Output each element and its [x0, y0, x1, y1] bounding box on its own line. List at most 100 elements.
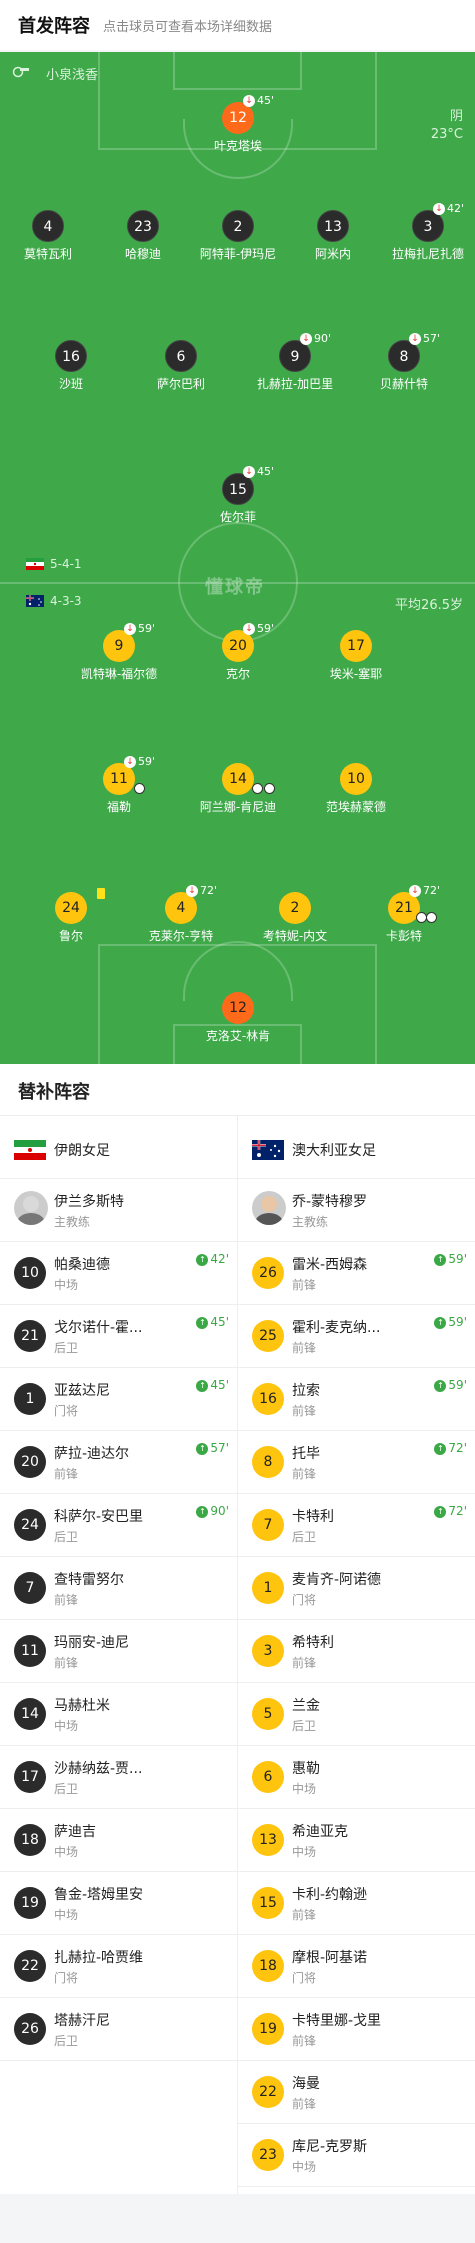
home-player[interactable]: 23 哈穆迪 — [88, 210, 198, 262]
away-player[interactable]: 24 鲁尔 — [16, 888, 126, 944]
lineup-header: 首发阵容 点击球员可查看本场详细数据 — [0, 0, 475, 50]
home-goal-box — [173, 52, 302, 90]
sub-player-row[interactable]: 20 萨拉-迪达尔 前锋 ↑ 57' — [0, 1431, 237, 1494]
sub-player-row[interactable]: 7 卡特利 后卫 ↑ 72' — [238, 1494, 475, 1557]
sub-player-row[interactable]: 13 希迪亚克 中场 — [238, 1809, 475, 1872]
sub-player-row[interactable]: 21 戈尔诺什-霍... 后卫 ↑ 45' — [0, 1305, 237, 1368]
player-position: 前锋 — [292, 1908, 317, 1922]
sub-player-row[interactable]: 18 摩根-阿基诺 门将 — [238, 1935, 475, 1998]
player-name: 托毕 — [292, 1446, 320, 1462]
home-player[interactable]: 16 沙班 — [16, 340, 126, 392]
pitch: 懂球帝 小泉浅香 阴 23°C 5-4-1 4-3-3 平均26.5岁 12 ↓… — [0, 52, 475, 1064]
home-coach-row[interactable]: 伊兰多斯特 主教练 — [0, 1179, 237, 1242]
sub-player-row[interactable]: 10 帕桑迪德 中场 ↑ 42' — [0, 1242, 237, 1305]
player-number: 18 — [252, 1950, 284, 1982]
player-number: 11 — [14, 1635, 46, 1667]
sub-out-badge: ↓ 90' — [300, 332, 331, 345]
sub-player-row[interactable]: 7 查特雷努尔 前锋 — [0, 1557, 237, 1620]
away-player[interactable]: 9 ↓ 59' 凯特琳-福尔德 — [64, 622, 174, 682]
sub-out-icon: ↓ — [124, 756, 136, 768]
sub-in-time: 90' — [210, 1504, 229, 1518]
header-title: 首发阵容 — [18, 16, 90, 37]
sub-out-badge: ↓ 57' — [409, 332, 440, 345]
away-player[interactable]: 21 ↓ 72' 卡彭特 — [349, 884, 459, 944]
sub-player-row[interactable]: 23 库尼-克罗斯 中场 — [238, 2124, 475, 2187]
sub-player-row[interactable]: 3 希特利 前锋 — [238, 1620, 475, 1683]
home-player[interactable]: 15 ↓ 45' 佐尔菲 — [183, 465, 293, 525]
sub-player-row[interactable]: 22 扎赫拉-哈贾维 门将 — [0, 1935, 237, 1998]
player-position: 中场 — [292, 1782, 317, 1796]
away-player[interactable]: 20 ↓ 59' 克尔 — [183, 622, 293, 682]
player-name: 科萨尔-安巴里 — [54, 1509, 144, 1525]
sub-time: 45' — [257, 465, 275, 478]
player-number: 19 — [252, 2013, 284, 2045]
player-number: 8 — [252, 1446, 284, 1478]
sub-player-row[interactable]: 1 亚兹达尼 门将 ↑ 45' — [0, 1368, 237, 1431]
goal-ball-icon — [252, 783, 263, 794]
player-number: 22 — [14, 1950, 46, 1982]
sub-player-row[interactable]: 26 塔赫汗尼 后卫 — [0, 1998, 237, 2061]
sub-in-time: 59' — [448, 1378, 467, 1392]
sub-player-row[interactable]: 18 萨迪吉 中场 — [0, 1809, 237, 1872]
player-number: 1 — [14, 1383, 46, 1415]
away-coach-row[interactable]: 乔-蒙特穆罗 主教练 — [238, 1179, 475, 1242]
away-player[interactable]: 12 克洛艾-林肯 — [183, 992, 293, 1044]
sub-time: 42' — [447, 202, 465, 215]
sub-player-row[interactable]: 26 雷米-西姆森 前锋 ↑ 59' — [238, 1242, 475, 1305]
away-player[interactable]: 10 范埃赫蒙德 — [301, 763, 411, 815]
player-name: 福勒 — [106, 800, 131, 814]
sub-player-row[interactable]: 19 卡特里娜-戈里 前锋 — [238, 1998, 475, 2061]
sub-player-row[interactable]: 14 马赫杜米 中场 — [0, 1683, 237, 1746]
sub-player-row[interactable]: 8 托毕 前锋 ↑ 72' — [238, 1431, 475, 1494]
sub-player-row[interactable]: 11 玛丽安-迪尼 前锋 — [0, 1620, 237, 1683]
home-player[interactable]: 8 ↓ 57' 贝赫什特 — [349, 332, 459, 392]
home-player[interactable]: 2 阿特菲-伊玛尼 — [183, 210, 293, 262]
player-position: 前锋 — [292, 1656, 317, 1670]
player-name: 马赫杜米 — [54, 1698, 110, 1714]
home-player[interactable]: 12 ↓ 45' 叶克塔埃 — [183, 94, 293, 154]
player-position: 前锋 — [292, 2034, 317, 2048]
sub-in-icon: ↑ — [196, 1316, 209, 1329]
player-name: 萨尔巴利 — [156, 377, 205, 391]
player-position: 中场 — [54, 1278, 79, 1292]
away-player[interactable]: 14 阿兰娜-肯尼迪 — [183, 763, 293, 815]
sub-player-row[interactable]: 25 霍利-麦克纳... 前锋 ↑ 59' — [238, 1305, 475, 1368]
sub-player-row[interactable]: 16 拉索 前锋 ↑ 59' — [238, 1368, 475, 1431]
sub-player-row[interactable]: 17 沙赫纳兹-贾... 后卫 — [0, 1746, 237, 1809]
away-player[interactable]: 4 ↓ 72' 克莱尔-亨特 — [126, 884, 236, 944]
subs-list: 伊朗女足 伊兰多斯特 主教练 10 帕桑迪德 中场 ↑ 42' 21 戈尔诺什-霍... 后卫… — [0, 1116, 475, 2194]
player-name: 拉索 — [292, 1383, 320, 1399]
player-name: 鲁尔 — [58, 929, 83, 943]
player-number: 26 — [14, 2013, 46, 2045]
player-number: 24 — [55, 892, 87, 924]
player-number: 18 — [14, 1824, 46, 1856]
australia-flag-icon — [252, 1140, 284, 1160]
player-position: 中场 — [54, 1908, 79, 1922]
sub-player-row[interactable]: 6 惠勒 中场 — [238, 1746, 475, 1809]
home-player[interactable]: 6 萨尔巴利 — [126, 340, 236, 392]
away-player[interactable]: 2 考特妮-内文 — [240, 892, 350, 944]
away-player[interactable]: 11 ↓ 59' 福勒 — [64, 755, 174, 815]
player-number: 24 — [14, 1509, 46, 1541]
sub-player-row[interactable]: 22 海曼 前锋 — [238, 2061, 475, 2124]
player-position: 前锋 — [54, 1656, 79, 1670]
player-number: 14 — [14, 1698, 46, 1730]
player-name: 阿米内 — [314, 247, 351, 261]
sub-out-icon: ↓ — [186, 885, 198, 897]
header-subtitle: 点击球员可查看本场详细数据 — [103, 20, 273, 35]
player-name: 阿兰娜-肯尼迪 — [199, 800, 277, 814]
sub-out-icon: ↓ — [243, 623, 255, 635]
sub-player-row[interactable]: 1 麦肯齐-阿诺德 门将 — [238, 1557, 475, 1620]
sub-player-row[interactable]: 24 科萨尔-安巴里 后卫 ↑ 90' — [0, 1494, 237, 1557]
sub-player-row[interactable]: 15 卡利-约翰逊 前锋 — [238, 1872, 475, 1935]
home-player[interactable]: 3 ↓ 42' 拉梅扎尼扎德 — [373, 202, 475, 262]
sub-player-row[interactable]: 5 兰金 后卫 — [238, 1683, 475, 1746]
player-position: 后卫 — [54, 1530, 79, 1544]
home-player[interactable]: 13 阿米内 — [278, 210, 388, 262]
home-player[interactable]: 9 ↓ 90' 扎赫拉-加巴里 — [240, 332, 350, 392]
sub-in-badge: ↑ 72' — [434, 1504, 467, 1518]
sub-player-row[interactable]: 19 鲁金-塔姆里安 中场 — [0, 1872, 237, 1935]
player-name: 叶克塔埃 — [213, 139, 262, 153]
away-player[interactable]: 17 埃米-塞耶 — [301, 630, 411, 682]
player-number: 2 — [222, 210, 254, 242]
